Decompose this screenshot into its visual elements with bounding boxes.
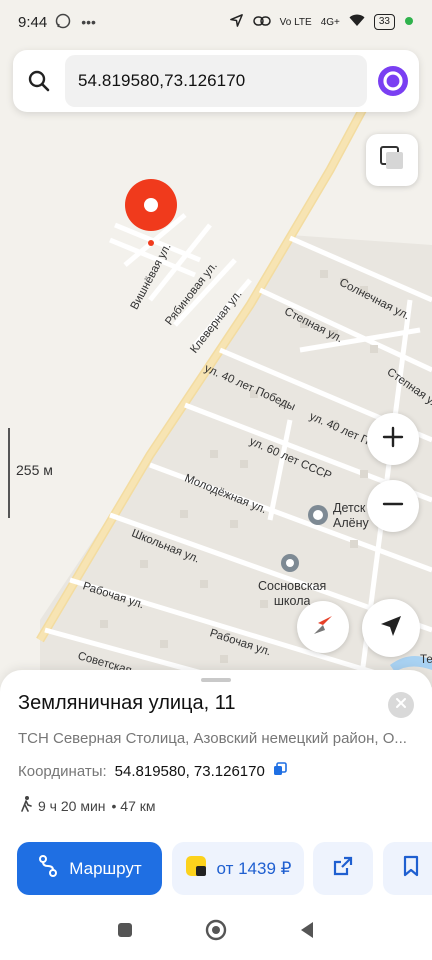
street-label: Те (420, 654, 432, 666)
bookmark-icon (403, 855, 419, 882)
plus-icon (382, 426, 404, 453)
walking-eta: 9 ч 20 мин • 47 км (20, 796, 156, 815)
network-type: 4G+ (320, 16, 340, 28)
wifi-icon (349, 14, 365, 30)
drag-handle[interactable] (201, 678, 231, 682)
coordinates-label: Координаты: (18, 762, 107, 780)
route-button[interactable]: Маршрут (17, 842, 162, 895)
zoom-out-button[interactable] (367, 480, 419, 532)
location-arrow-icon (229, 13, 244, 31)
taxi-price: от 1439 ₽ (216, 858, 292, 878)
recent-apps-icon[interactable] (116, 921, 134, 944)
home-icon[interactable] (204, 918, 228, 947)
zoom-in-button[interactable] (367, 413, 419, 465)
battery-indicator: 33 (373, 14, 395, 30)
my-location-button[interactable] (362, 599, 420, 657)
walking-distance: • 47 км (111, 797, 156, 814)
route-label: Маршрут (69, 858, 142, 878)
place-card[interactable]: Земляничная улица, 11 ТСН Северная Столи… (0, 670, 432, 920)
scale-label: 255 м (16, 462, 53, 478)
clock: 9:44 (18, 13, 48, 31)
link-icon (252, 15, 271, 30)
minus-icon (382, 493, 404, 520)
copy-icon[interactable] (273, 762, 287, 780)
map-scale: 255 м (8, 428, 53, 518)
coordinates-row: Координаты: 54.819580, 73.126170 (18, 762, 287, 780)
alice-assistant-icon[interactable] (367, 55, 419, 107)
place-address: ТСН Северная Столица, Азовский немецкий … (18, 730, 407, 747)
close-icon (395, 696, 407, 714)
taxi-icon (185, 855, 207, 882)
route-icon (37, 854, 59, 883)
volte-badge: Vo LTE (279, 16, 312, 28)
navigation-arrow-icon (378, 613, 404, 644)
status-bar: 9:44 ••• Vo LTE 4G+ 33 (0, 0, 432, 44)
taxi-button[interactable]: от 1439 ₽ (172, 842, 304, 895)
layers-icon (379, 145, 405, 176)
share-icon (332, 855, 354, 882)
search-input[interactable]: 54.819580,73.126170 (65, 55, 367, 107)
layers-button[interactable] (366, 134, 418, 186)
walking-time: 9 ч 20 мин (38, 797, 106, 814)
search-icon[interactable] (13, 55, 65, 107)
compass-button[interactable] (297, 601, 349, 653)
bookmark-button[interactable] (383, 842, 432, 895)
walking-person-icon (20, 796, 32, 815)
coordinates-value[interactable]: 54.819580, 73.126170 (115, 763, 265, 780)
close-button[interactable] (388, 692, 414, 718)
charging-dot-icon (404, 15, 414, 29)
back-icon[interactable] (298, 920, 316, 945)
kindergarten-label[interactable]: Детск Алёну (333, 501, 369, 531)
search-bar[interactable]: 54.819580,73.126170 (13, 50, 419, 112)
system-nav-bar (0, 905, 432, 960)
whatsapp-icon (55, 13, 71, 32)
location-pin-icon[interactable] (125, 179, 177, 246)
compass-icon (310, 612, 336, 643)
place-title: Земляничная улица, 11 (18, 692, 236, 714)
more-dots-icon: ••• (81, 14, 96, 30)
share-button[interactable] (313, 842, 373, 895)
